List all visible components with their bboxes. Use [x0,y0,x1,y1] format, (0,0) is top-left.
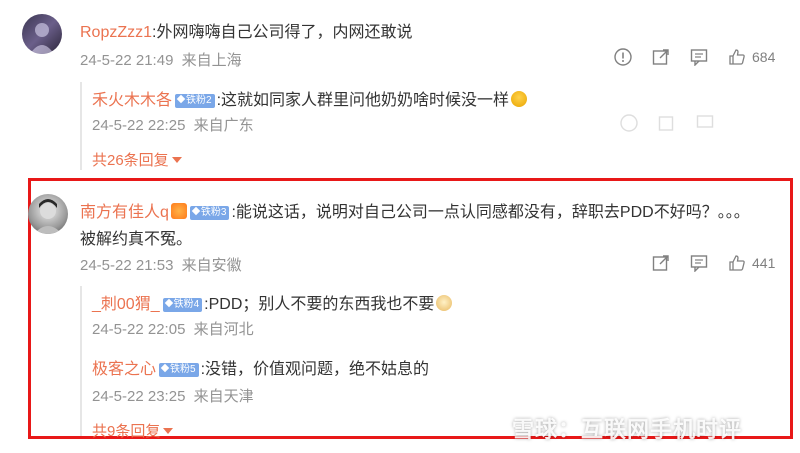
comment-text: :能说这话，说明对自己公司一点认同感都没有，辞职去PDD不好吗？。。。 [231,204,750,221]
reply-username[interactable]: _刺00猬_ [92,296,160,313]
reply-time: 24-5-22 22:05 [92,321,186,338]
comment-icon[interactable] [696,114,714,132]
fan-badge: 铁粉2 [175,94,215,108]
reply-location: 来自河北 [193,321,254,338]
comment-username[interactable]: 南方有佳人q [80,204,169,221]
more-replies-link[interactable]: 共9条回复 [92,420,174,441]
comment-time: 24-5-22 21:49 [80,52,174,69]
comment-username[interactable]: RopzZzz1 [80,24,152,41]
avatar[interactable] [22,14,62,54]
like-button[interactable]: 441 [728,254,775,272]
report-icon[interactable] [614,48,632,66]
comment-icon[interactable] [690,48,708,66]
comment-text-continued: 被解约真不冤。 [80,231,193,248]
reply-text: :PDD；别人不要的东西我也不要 [204,296,435,313]
forward-icon[interactable] [658,114,676,132]
crown-icon [170,203,187,219]
fan-badge: 铁粉4 [162,298,203,312]
comment-time: 24-5-22 21:53 [80,257,174,274]
chevron-down-icon [163,428,174,434]
reply-time: 24-5-22 22:25 [92,117,186,134]
dog-emoji-icon [436,295,453,311]
forward-icon[interactable] [652,254,670,272]
reply-username[interactable]: 极客之心 [92,361,156,378]
comment-location: 来自安徽 [181,257,242,274]
reply-text: :没错，价值观问题，绝不姑息的 [200,361,430,378]
comment-location: 来自上海 [181,52,242,69]
like-button[interactable]: 684 [728,48,775,66]
more-replies-link[interactable]: 共26条回复 [92,149,182,170]
fan-badge: 铁粉3 [189,206,230,220]
reply-location: 来自广东 [193,117,254,134]
avatar[interactable] [28,194,68,234]
reply-username[interactable]: 禾火木木各 [92,92,172,109]
chevron-down-icon [171,157,182,163]
thumbs-up-icon [729,255,745,271]
thumbs-up-icon [729,49,745,65]
reply-divider [80,82,82,170]
emoji-icon [511,91,528,107]
comment-text: :外网嗨嗨自己公司得了，内网还敢说 [152,24,413,41]
watermark: 雪球：互联网手机时评 [512,417,743,442]
reply-time: 24-5-22 23:25 [92,388,186,405]
like-count: 441 [752,255,776,271]
like-count: 684 [752,49,776,65]
comment-icon[interactable] [690,254,708,272]
reply-text: :这就如同家人群里问他奶奶啥时候没一样 [216,92,510,109]
report-icon[interactable] [620,114,638,132]
reply-divider [80,286,82,436]
reply-location: 来自天津 [193,388,254,405]
forward-icon[interactable] [652,48,670,66]
fan-badge: 铁粉5 [159,363,199,377]
